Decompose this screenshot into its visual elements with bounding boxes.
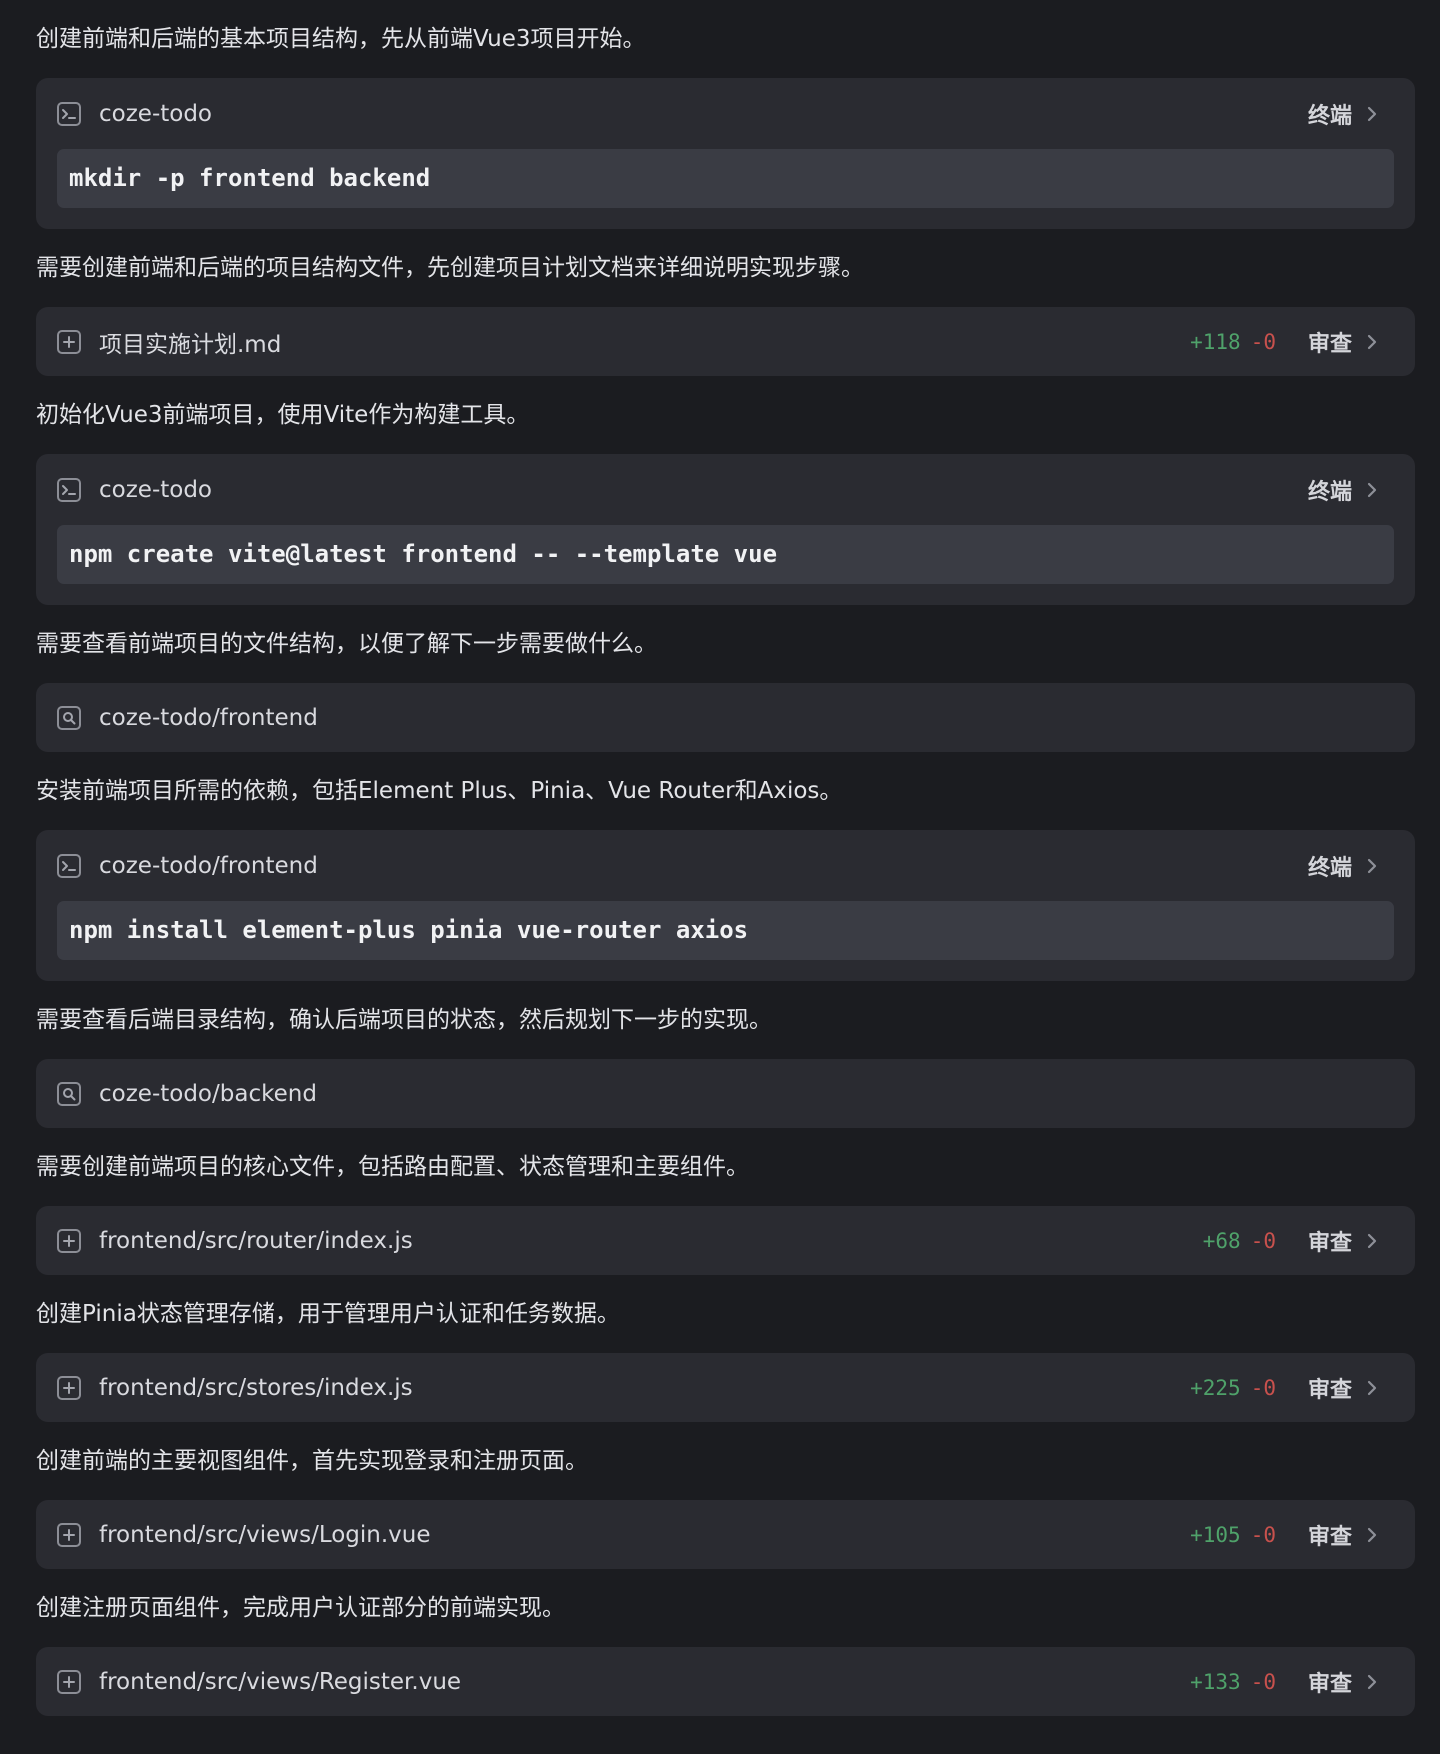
card-header: frontend/src/stores/index.js +225 -0 审查 — [57, 1353, 1394, 1422]
diff-stats: +105 -0 — [1190, 1523, 1276, 1547]
file-change-card[interactable]: frontend/src/views/Register.vue +133 -0 审查 — [36, 1647, 1415, 1716]
assistant-message: 需要创建前端和后端的项目结构文件，先创建项目计划文档来详细说明实现步骤。 — [36, 255, 864, 281]
chevron-right-icon — [1364, 104, 1380, 124]
search-result-card[interactable]: coze-todo/frontend — [36, 683, 1415, 752]
chevron-right-icon — [1364, 332, 1380, 352]
card-header: frontend/src/router/index.js +68 -0 审查 — [57, 1206, 1394, 1275]
chevron-right-icon — [1364, 480, 1380, 500]
review-button[interactable]: 审查 — [1308, 1372, 1380, 1404]
lines-removed: -0 — [1250, 1522, 1276, 1547]
search-result-card[interactable]: coze-todo/backend — [36, 1059, 1415, 1128]
card-header: frontend/src/views/Register.vue +133 -0 审查 — [57, 1647, 1394, 1716]
action-label: 审查 — [1307, 1524, 1352, 1550]
card-title: coze-todo/frontend — [99, 704, 318, 731]
lines-removed: -0 — [1250, 1228, 1276, 1253]
action-label: 审查 — [1307, 1671, 1352, 1697]
add-file-icon — [57, 1522, 81, 1547]
chevron-right-icon — [1364, 1525, 1380, 1545]
chevron-right-icon — [1364, 856, 1380, 876]
search-icon — [57, 1081, 81, 1106]
action-label: 审查 — [1307, 1377, 1352, 1403]
add-file-icon — [57, 1375, 81, 1400]
review-button[interactable]: 审查 — [1308, 1225, 1380, 1257]
card-header: coze-todo/frontend 终端 — [57, 830, 1394, 901]
lines-added: +225 — [1190, 1375, 1241, 1400]
file-change-card[interactable]: frontend/src/views/Login.vue +105 -0 审查 — [36, 1500, 1415, 1569]
card-title: frontend/src/views/Register.vue — [99, 1668, 462, 1695]
action-label: 审查 — [1307, 1230, 1352, 1256]
lines-added: +105 — [1190, 1522, 1241, 1547]
assistant-message: 需要创建前端项目的核心文件，包括路由配置、状态管理和主要组件。 — [36, 1154, 749, 1180]
card-title: coze-todo/frontend — [99, 852, 318, 879]
file-change-card[interactable]: frontend/src/stores/index.js +225 -0 审查 — [36, 1353, 1415, 1422]
card-title: frontend/src/views/Login.vue — [99, 1521, 431, 1548]
card-header: 项目实施计划.md +118 -0 审查 — [57, 307, 1394, 376]
lines-added: +68 — [1202, 1228, 1241, 1253]
terminal-command-card[interactable]: coze-todo/frontend 终端 npm install element-… — [36, 830, 1415, 981]
action-label: 审查 — [1307, 331, 1352, 357]
search-icon — [57, 705, 81, 730]
card-header: frontend/src/views/Login.vue +105 -0 审查 — [57, 1500, 1394, 1569]
card-header: coze-todo 终端 — [57, 454, 1394, 525]
command-text[interactable]: npm install element-plus pinia vue-route… — [57, 901, 1394, 960]
assistant-message: 需要查看后端目录结构，确认后端项目的状态，然后规划下一步的实现。 — [36, 1007, 772, 1033]
card-header: coze-todo/frontend — [57, 683, 1394, 752]
terminal-icon — [57, 101, 81, 126]
file-change-card[interactable]: frontend/src/router/index.js +68 -0 审查 — [36, 1206, 1415, 1275]
lines-removed: -0 — [1250, 1375, 1276, 1400]
assistant-message: 创建注册页面组件，完成用户认证部分的前端实现。 — [36, 1595, 565, 1621]
open-terminal-button[interactable]: 终端 — [1308, 98, 1380, 130]
chevron-right-icon — [1364, 1231, 1380, 1251]
action-label: 终端 — [1307, 479, 1352, 505]
assistant-message: 初始化Vue3前端项目，使用Vite作为构建工具。 — [36, 402, 530, 428]
card-title: coze-todo — [99, 476, 213, 503]
assistant-message: 需要查看前端项目的文件结构，以便了解下一步需要做什么。 — [36, 631, 657, 657]
card-header: coze-todo/backend — [57, 1059, 1394, 1128]
card-title: frontend/src/router/index.js — [99, 1227, 413, 1254]
card-title: frontend/src/stores/index.js — [99, 1374, 413, 1401]
command-text[interactable]: npm create vite@latest frontend -- --tem… — [57, 525, 1394, 584]
add-file-icon — [57, 1228, 81, 1253]
command-text[interactable]: mkdir -p frontend backend — [57, 149, 1394, 208]
chevron-right-icon — [1364, 1672, 1380, 1692]
lines-added: +133 — [1190, 1669, 1241, 1694]
assistant-message: 创建前端的主要视图组件，首先实现登录和注册页面。 — [36, 1448, 588, 1474]
lines-removed: -0 — [1250, 1669, 1276, 1694]
chevron-right-icon — [1364, 1378, 1380, 1398]
diff-stats: +225 -0 — [1190, 1376, 1276, 1400]
lines-removed: -0 — [1250, 329, 1276, 354]
action-label: 终端 — [1307, 855, 1352, 881]
add-file-icon — [57, 329, 81, 354]
review-button[interactable]: 审查 — [1308, 1519, 1380, 1551]
terminal-command-card[interactable]: coze-todo 终端 npm create vite@latest fronte… — [36, 454, 1415, 605]
diff-stats: +118 -0 — [1190, 330, 1276, 354]
lines-added: +118 — [1190, 329, 1241, 354]
file-change-card[interactable]: 项目实施计划.md +118 -0 审查 — [36, 307, 1415, 376]
review-button[interactable]: 审查 — [1308, 1666, 1380, 1698]
add-file-icon — [57, 1669, 81, 1694]
assistant-message: 创建前端和后端的基本项目结构，先从前端Vue3项目开始。 — [36, 26, 646, 52]
terminal-icon — [57, 853, 81, 878]
card-title: coze-todo/backend — [99, 1080, 317, 1107]
diff-stats: +68 -0 — [1203, 1229, 1276, 1253]
agent-activity-feed: 创建前端和后端的基本项目结构，先从前端Vue3项目开始。 coze-todo 终端 m… — [36, 0, 1415, 1716]
terminal-command-card[interactable]: coze-todo 终端 mkdir -p frontend backend — [36, 78, 1415, 229]
card-header: coze-todo 终端 — [57, 78, 1394, 149]
card-title: 项目实施计划.md — [99, 331, 282, 358]
review-button[interactable]: 审查 — [1308, 326, 1380, 358]
assistant-message: 创建Pinia状态管理存储，用于管理用户认证和任务数据。 — [36, 1301, 620, 1327]
card-title: coze-todo — [99, 100, 213, 127]
open-terminal-button[interactable]: 终端 — [1308, 850, 1380, 882]
open-terminal-button[interactable]: 终端 — [1308, 474, 1380, 506]
assistant-message: 安装前端项目所需的依赖，包括Element Plus、Pinia、Vue Rou… — [36, 778, 843, 804]
action-label: 终端 — [1307, 103, 1352, 129]
terminal-icon — [57, 477, 81, 502]
diff-stats: +133 -0 — [1190, 1670, 1276, 1694]
